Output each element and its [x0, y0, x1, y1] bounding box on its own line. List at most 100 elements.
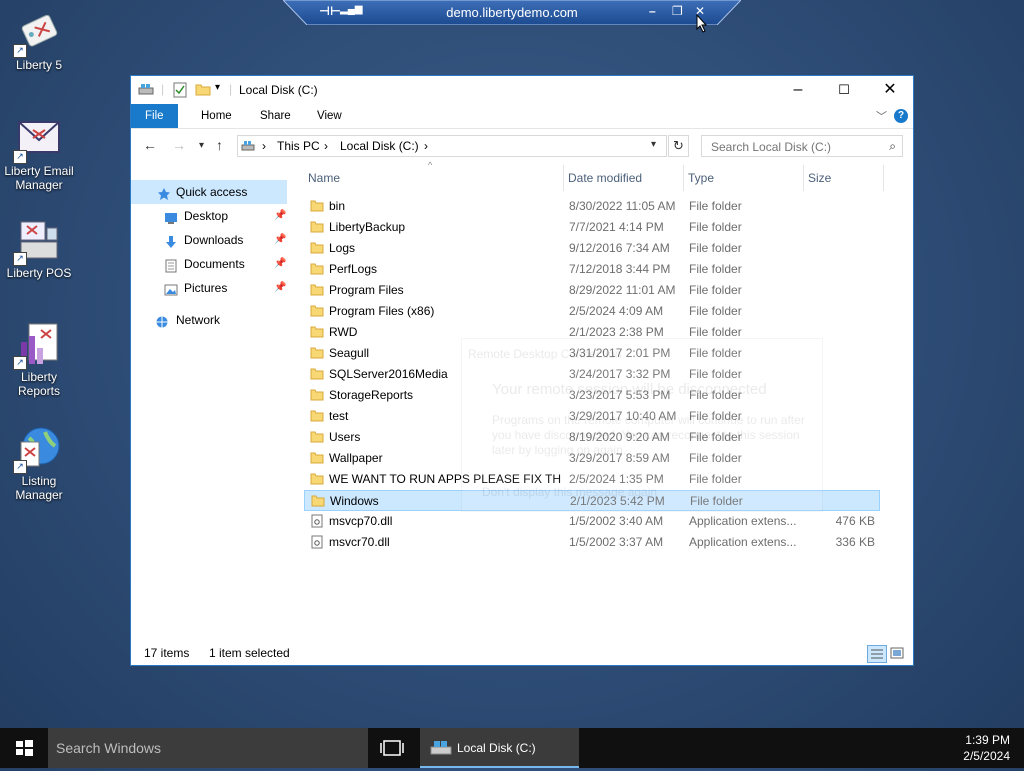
window-titlebar[interactable]: | ▾ | Local Disk (C:) – ☐ ✕ [131, 76, 913, 104]
star-icon [157, 185, 171, 200]
file-size: 476 KB [835, 514, 875, 528]
file-type: File folder [689, 220, 742, 234]
help-icon[interactable]: ? [894, 109, 908, 123]
nav-label: Desktop [184, 209, 229, 223]
titlebar-divider: | [161, 82, 165, 96]
taskbar-search-box[interactable]: Search Windows [48, 728, 368, 768]
expand-ribbon-icon[interactable]: ﹀ [876, 108, 887, 124]
forward-arrow-icon[interactable]: → [172, 137, 186, 153]
desktop-icon-label: Liberty Reports [17, 370, 61, 398]
nav-quick-access[interactable]: Quick access [131, 180, 287, 204]
search-box[interactable]: ⌕ [701, 135, 903, 157]
desktop-icon-liberty-5[interactable]: ↗ Liberty 5 [0, 8, 78, 72]
folder-icon [310, 304, 324, 318]
file-row[interactable]: msvcr70.dll 1/5/2002 3:37 AM Application e… [304, 532, 880, 553]
recent-locations-icon[interactable]: ▾ [199, 140, 204, 151]
close-button[interactable]: ✕ [867, 76, 913, 104]
file-row[interactable]: bin 8/30/2022 11:05 AM File folder [304, 196, 880, 217]
address-dropdown-icon[interactable]: ▾ [651, 139, 656, 150]
system-clock[interactable]: 1:39 PM 2/5/2024 [963, 732, 1010, 764]
desktop-icon-label: Liberty Email Manager [4, 164, 74, 192]
pin-icon[interactable]: 📌 [274, 228, 286, 252]
nav-network[interactable]: Network [131, 308, 287, 332]
ghost-dialog-heading: Your remote session will be disconnected [492, 381, 767, 398]
document-icon [164, 257, 178, 273]
taskbar: Search Windows Local Disk (C:) 1:39 PM 2… [0, 728, 1024, 768]
large-icons-view-icon[interactable] [888, 645, 908, 663]
dll-file-icon [310, 514, 324, 528]
drive-icon [138, 82, 154, 98]
file-row[interactable]: Logs 9/12/2016 7:34 AM File folder [304, 238, 880, 259]
breadcrumb-local-disk[interactable]: Local Disk (C:) [340, 139, 419, 153]
start-button[interactable] [0, 728, 48, 768]
task-view-icon [380, 740, 404, 756]
desktop-icon [164, 209, 178, 224]
folder-icon [310, 430, 324, 444]
folder-icon [310, 262, 324, 276]
nav-downloads[interactable]: Downloads 📌 [131, 228, 287, 252]
chevron-right-icon[interactable]: › [424, 139, 428, 153]
up-arrow-icon[interactable]: ↑ [216, 137, 223, 153]
nav-label: Pictures [184, 281, 228, 295]
file-size: 336 KB [835, 535, 875, 549]
titlebar-divider: | [229, 82, 233, 96]
details-view-icon[interactable] [867, 645, 887, 663]
file-row[interactable]: LibertyBackup 7/7/2021 4:14 PM File folder [304, 217, 880, 238]
mouse-cursor-icon [696, 14, 708, 33]
nav-documents[interactable]: Documents 📌 [131, 252, 287, 276]
file-type: Application extens... [689, 514, 797, 528]
properties-icon[interactable] [173, 82, 187, 98]
nav-label: Quick access [176, 185, 248, 199]
desktop-icon-label: Liberty 5 [15, 58, 63, 72]
task-view-button[interactable] [372, 728, 412, 768]
pin-icon[interactable]: 📌 [274, 252, 286, 276]
column-date-modified[interactable]: Date modified [564, 165, 684, 191]
drive-icon [241, 140, 255, 155]
restore-remote-button[interactable]: ❐ [672, 4, 683, 18]
column-type[interactable]: Type [684, 165, 804, 191]
file-row[interactable]: msvcp70.dll 1/5/2002 3:40 AM Application e… [304, 511, 880, 532]
desktop-icon-liberty-pos[interactable]: ↗ Liberty POS [0, 216, 78, 280]
refresh-button[interactable]: ↻ [668, 135, 689, 157]
column-name[interactable]: Name [304, 165, 564, 191]
folder-icon [310, 241, 324, 255]
desktop-icon-liberty-reports[interactable]: ↗ Liberty Reports [0, 320, 78, 398]
nav-desktop[interactable]: Desktop 📌 [131, 204, 287, 228]
pin-icon[interactable]: 📌 [274, 204, 286, 228]
shortcut-arrow-icon: ↗ [13, 460, 27, 474]
navigation-bar: ← → ▾ ↑ › This PC › Local Disk (C:) › ▾ … [131, 129, 913, 163]
nav-pictures[interactable]: Pictures 📌 [131, 276, 287, 300]
tab-view[interactable]: View [303, 104, 356, 128]
new-folder-icon[interactable] [195, 82, 211, 98]
reports-chart-icon: ↗ [13, 320, 63, 370]
file-name: Program Files (x86) [329, 304, 435, 318]
minimize-button[interactable]: – [775, 76, 821, 104]
search-input[interactable] [709, 137, 883, 157]
address-bar[interactable]: › This PC › Local Disk (C:) › [237, 135, 667, 157]
file-date: 7/12/2018 3:44 PM [569, 262, 671, 276]
file-row[interactable]: Program Files 8/29/2022 11:01 AM File fold… [304, 280, 880, 301]
maximize-button[interactable]: ☐ [821, 76, 867, 104]
back-arrow-icon[interactable]: ← [143, 137, 157, 153]
tab-home[interactable]: Home [187, 104, 246, 128]
item-count: 17 items [144, 646, 190, 660]
chevron-right-icon[interactable]: › [262, 139, 266, 153]
minimize-remote-button[interactable]: – [649, 4, 656, 18]
folder-icon [310, 367, 324, 381]
chevron-right-icon[interactable]: › [324, 139, 328, 153]
customize-toolbar-icon[interactable]: ▾ [215, 82, 220, 98]
taskbar-app-file-explorer[interactable]: Local Disk (C:) [420, 728, 579, 768]
file-row[interactable]: Program Files (x86) 2/5/2024 4:09 AM File … [304, 301, 880, 322]
file-name: msvcp70.dll [329, 514, 393, 528]
folder-icon [310, 220, 324, 234]
file-type: File folder [689, 199, 742, 213]
tab-share[interactable]: Share [246, 104, 305, 128]
pin-icon[interactable]: 📌 [274, 276, 286, 300]
desktop-icon-liberty-email-manager[interactable]: ↗ Liberty Email Manager [0, 114, 78, 192]
breadcrumb-this-pc[interactable]: This PC [277, 139, 320, 153]
nav-label: Documents [184, 257, 245, 271]
column-size[interactable]: Size [804, 165, 884, 191]
desktop-icon-listing-manager[interactable]: ↗ Listing Manager [0, 424, 78, 502]
tab-file[interactable]: File [131, 104, 178, 128]
file-row[interactable]: PerfLogs 7/12/2018 3:44 PM File folder [304, 259, 880, 280]
